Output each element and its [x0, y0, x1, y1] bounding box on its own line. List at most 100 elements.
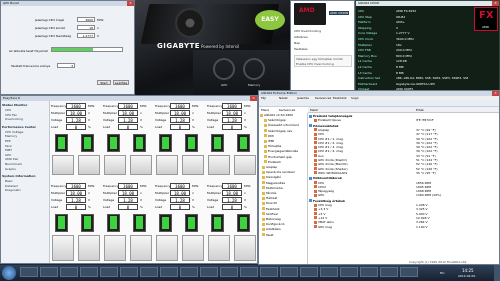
menu-item[interactable]: Általános [294, 35, 308, 39]
sidebar-group-header[interactable]: Status Monitor [2, 103, 27, 107]
tree-item[interactable]: Szoftver [262, 212, 278, 216]
taskbar-app[interactable] [400, 267, 418, 277]
sidebar-item[interactable]: Graphs [5, 167, 16, 171]
sidebar-item[interactable]: Memory [5, 134, 17, 138]
lcd-readout: 3600 [66, 103, 86, 109]
folder-icon [262, 233, 265, 237]
taskbar-app[interactable] [180, 267, 198, 277]
start-button[interactable]: Start [97, 80, 111, 85]
tree-item[interactable]: Energiagazdálkodás [264, 149, 298, 153]
unit-label: % [140, 125, 143, 129]
folder-icon [264, 129, 267, 133]
clock[interactable]: 14:25 [462, 268, 474, 273]
tree-item[interactable]: Adatbázis [262, 227, 281, 231]
load-meter-fill [136, 216, 143, 229]
stop-button[interactable]: Leállítás [113, 80, 129, 85]
taskbar-app[interactable] [360, 267, 378, 277]
taskbar-app[interactable] [280, 267, 298, 277]
taskbar-app[interactable] [320, 267, 338, 277]
column-header-field[interactable]: Mező [310, 108, 318, 112]
tree-item[interactable]: Teszt [262, 233, 273, 237]
tree-item[interactable]: Operációs rendszer [262, 170, 295, 174]
taskbar-app[interactable] [160, 267, 178, 277]
column-header-value[interactable]: Érték [416, 108, 424, 112]
sidebar-group-header[interactable]: System Information [2, 174, 35, 178]
sidebar-item[interactable]: Tank [5, 144, 12, 148]
sidebar-item[interactable]: AMD Pwr [5, 157, 18, 161]
field-label: Frequency [155, 184, 171, 188]
unit-label: MHz [192, 184, 199, 188]
tree-item[interactable]: Tárolás [262, 191, 276, 195]
taskbar-app[interactable] [200, 267, 218, 277]
sidebar-group-header[interactable]: Performance Center [2, 125, 36, 129]
date[interactable]: 2012.02.05. [458, 274, 476, 278]
tree-item[interactable]: Hordozható gép [264, 155, 292, 159]
sidebar-item[interactable]: CPU Voltage [5, 130, 23, 134]
sidebar-item[interactable]: EPP [5, 139, 11, 143]
tree-item[interactable]: DirectX [262, 201, 277, 205]
taskbar-app[interactable] [40, 267, 58, 277]
show-desktop-button[interactable] [494, 265, 500, 281]
title-bar[interactable]: GPU Boost ✕ [1, 1, 134, 6]
tree-item[interactable]: Összesítő információ [264, 123, 299, 127]
start-button[interactable] [2, 266, 16, 280]
sidebar-item[interactable]: Detailed [5, 184, 18, 188]
tree-item[interactable]: Túlhajtás [264, 144, 281, 148]
taskbar-app[interactable] [100, 267, 118, 277]
tab[interactable]: Kedvencek [279, 108, 295, 112]
load-meter [55, 214, 68, 232]
dial-icon[interactable] [213, 58, 235, 80]
tree-item[interactable]: DMI [264, 134, 274, 138]
tree-item[interactable]: Biztonság [262, 217, 281, 221]
dial-icon[interactable] [243, 58, 265, 80]
taskbar-app[interactable] [380, 267, 398, 277]
tree-item[interactable]: Kiszolgáló [262, 175, 281, 179]
tree-item[interactable]: Számítógép név [264, 129, 292, 133]
taskbar-app[interactable] [20, 267, 38, 277]
close-icon[interactable]: ✕ [250, 96, 257, 101]
easy-label: EASY [261, 16, 279, 23]
sidebar-item[interactable]: Diagnostic [5, 188, 21, 192]
taskbar-app[interactable] [80, 267, 98, 277]
tree-item[interactable]: IPMI [264, 139, 274, 143]
taskbar-app[interactable] [220, 267, 238, 277]
sensor-field-label: GPU [318, 193, 325, 198]
field-label: Multiplier [51, 191, 65, 195]
taskbar-app[interactable] [340, 267, 358, 277]
taskbar-app[interactable] [120, 267, 138, 277]
taskbar-app[interactable] [240, 267, 258, 277]
tree-item[interactable]: Megjelenítés [262, 181, 285, 185]
taskbar-app[interactable] [260, 267, 278, 277]
tree-item[interactable]: Érzékelő [264, 160, 281, 164]
load-meter [237, 214, 250, 232]
sidebar-item[interactable]: Basic [5, 179, 13, 183]
close-icon[interactable]: ✕ [127, 1, 134, 6]
sidebar-item[interactable]: Benchmark [5, 162, 22, 166]
menu-item[interactable]: Nap [294, 41, 300, 45]
tree-item[interactable]: Eszközök [262, 207, 280, 211]
tree-item[interactable]: AIDA64 v2.50.1800 [260, 113, 293, 117]
sidebar-item[interactable]: MMT [5, 148, 12, 152]
tree-item[interactable]: Számítógép [264, 118, 286, 122]
tab[interactable]: Menü [261, 108, 269, 112]
sidebar-item[interactable]: CPU Fan [5, 113, 17, 117]
taskbar-app[interactable] [60, 267, 78, 277]
language-indicator[interactable]: HU [440, 271, 444, 275]
tree-item[interactable]: Konfiguráció [262, 222, 285, 226]
tree-item[interactable]: Hálózat [262, 196, 277, 200]
title-bar[interactable]: AIDA64 CPUID ✕ [356, 1, 499, 6]
menu-item[interactable]: CPU OverClocking [294, 29, 321, 33]
taskbar-app[interactable] [140, 267, 158, 277]
test-value-field[interactable]: 3 [57, 63, 75, 68]
close-icon[interactable]: ✕ [492, 1, 499, 6]
tree-item[interactable]: Alaplap [262, 165, 277, 169]
sidebar-item[interactable]: Overlocking [5, 117, 23, 121]
taskbar-app[interactable] [300, 267, 318, 277]
menu-item[interactable]: Tesztelés [294, 47, 308, 51]
lcd-readout: 1.28 [222, 117, 242, 123]
tree-item[interactable]: Multimédia [262, 186, 283, 190]
sidebar-item[interactable]: CPU [5, 108, 11, 112]
load-meter [159, 134, 172, 152]
sidebar-item[interactable]: GPU [5, 153, 11, 157]
cpuid-field-value: AMD FX-8150 [396, 9, 417, 13]
